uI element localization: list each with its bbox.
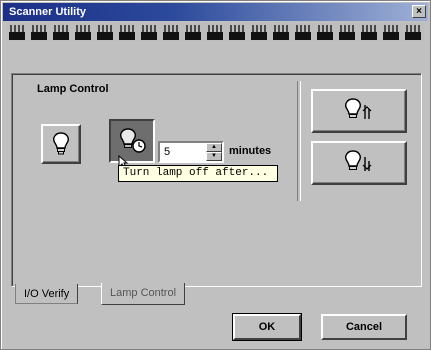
spin-up-button[interactable]: ▲: [206, 143, 222, 152]
film-strip-graphic: [7, 23, 424, 41]
lightbulb-test-2-icon: [342, 149, 376, 177]
tab-strip: I/O Verify Lamp Control: [11, 283, 422, 306]
tab-lamp-control[interactable]: Lamp Control: [101, 283, 186, 305]
group-divider: [297, 81, 301, 201]
lamp-timer-button[interactable]: [109, 119, 155, 163]
minutes-label: minutes: [229, 145, 272, 157]
lamp-control-group-label: Lamp Control: [37, 83, 109, 95]
tooltip: Turn lamp off after...: [118, 165, 278, 182]
scanner-utility-window: Scanner Utility × Lamp Control 5 ▲ ▼ min…: [0, 0, 431, 350]
lamp-toggle-button[interactable]: [41, 124, 81, 164]
ok-button[interactable]: OK: [233, 314, 301, 340]
spin-down-button[interactable]: ▼: [206, 152, 222, 161]
minutes-input[interactable]: [162, 145, 210, 159]
close-button[interactable]: ×: [412, 5, 426, 18]
lamp-test-2-button[interactable]: [311, 141, 407, 185]
cancel-button[interactable]: Cancel: [321, 314, 407, 340]
lamp-test-1-button[interactable]: [311, 89, 407, 133]
lightbulb-icon: [50, 131, 72, 157]
title-bar: Scanner Utility ×: [3, 3, 428, 21]
lightbulb-timer-icon: [117, 127, 147, 155]
minutes-spinner[interactable]: ▲ ▼: [158, 141, 224, 163]
film-strip-banner: [7, 23, 424, 41]
tab-io-verify[interactable]: I/O Verify: [15, 284, 79, 304]
window-title: Scanner Utility: [9, 6, 87, 18]
lightbulb-test-1-icon: [342, 97, 376, 125]
